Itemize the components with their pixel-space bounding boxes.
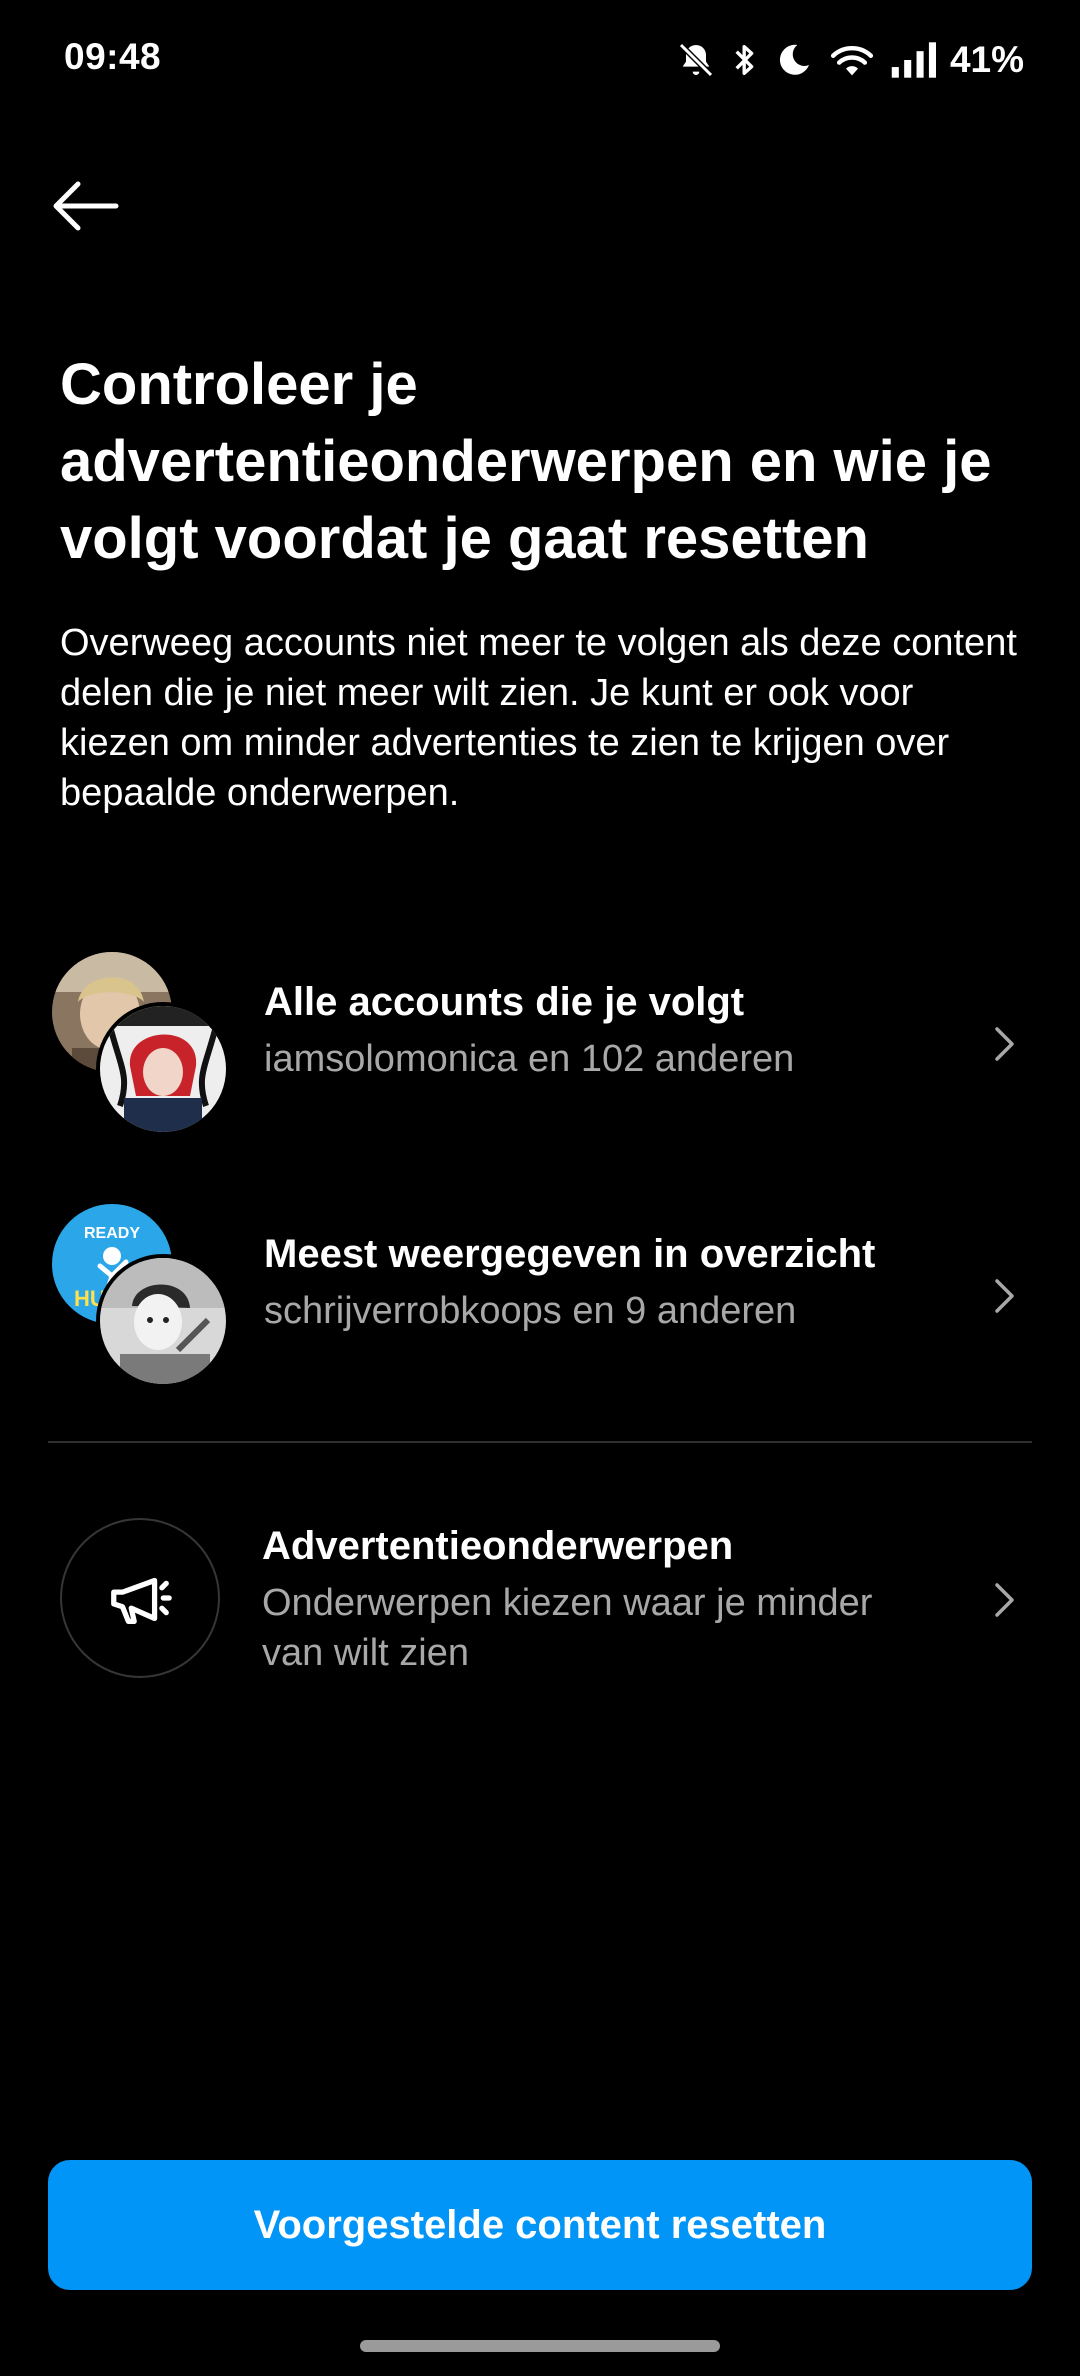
row-title: Advertentieonderwerpen: [262, 1524, 734, 1568]
signal-icon: [891, 42, 936, 78]
chevron-right-icon: [995, 1583, 1014, 1617]
followed-accounts-row[interactable]: Alle accounts die je volgt iamsolomonica…: [48, 952, 1032, 1136]
reset-content-button[interactable]: Voorgestelde content resetten: [48, 2160, 1032, 2290]
chevron-right-icon: [995, 1279, 1014, 1313]
back-button[interactable]: [40, 170, 130, 242]
bell-muted-icon: [678, 42, 713, 78]
avatar-stack: [48, 952, 230, 1136]
row-subtitle: schrijverrobkoops en 9 anderen: [264, 1290, 797, 1332]
status-icons: 41%: [676, 36, 1024, 84]
ad-topics-row[interactable]: Advertentieonderwerpen Onderwerpen kieze…: [48, 1518, 1032, 1682]
avatar: [96, 1002, 230, 1136]
megaphone-icon: [111, 1577, 172, 1624]
wifi-icon: [830, 45, 874, 76]
row-subtitle: iamsolomonica en 102 anderen: [264, 1038, 795, 1080]
battery-level: 41%: [949, 39, 1024, 80]
row-title: Meest weergegeven in overzicht: [264, 1232, 876, 1276]
avatar: [96, 1254, 230, 1388]
ad-topics-icon-circle: [60, 1518, 220, 1678]
most-viewed-row[interactable]: READY HU Meest weergegeven in overzicht …: [48, 1204, 1032, 1388]
page-title: Controleer je advertentieonderwerpen en …: [60, 352, 992, 571]
row-text: Alle accounts die je volgt iamsolomonica…: [264, 976, 964, 1084]
row-subtitle: Onderwerpen kiezen waar je minder van wi…: [262, 1582, 873, 1674]
bluetooth-icon: [735, 45, 754, 76]
row-title: Alle accounts die je volgt: [264, 980, 745, 1024]
page-description: Overweeg accounts niet meer te volgen al…: [60, 622, 1017, 814]
divider: [48, 1441, 1032, 1443]
avatar-text-top: READY: [84, 1225, 140, 1242]
chevron-right-icon: [995, 1027, 1014, 1061]
home-indicator[interactable]: [360, 2340, 720, 2352]
status-time: 09:48: [64, 36, 162, 77]
avatar-stack: READY HU: [48, 1204, 230, 1388]
row-text: Meest weergegeven in overzicht schrijver…: [264, 1228, 964, 1336]
moon-icon: [779, 44, 809, 75]
status-bar: 09:48 41%: [0, 0, 1080, 116]
row-text: Advertentieonderwerpen Onderwerpen kieze…: [262, 1520, 962, 1678]
arrow-left-icon: [53, 181, 119, 231]
